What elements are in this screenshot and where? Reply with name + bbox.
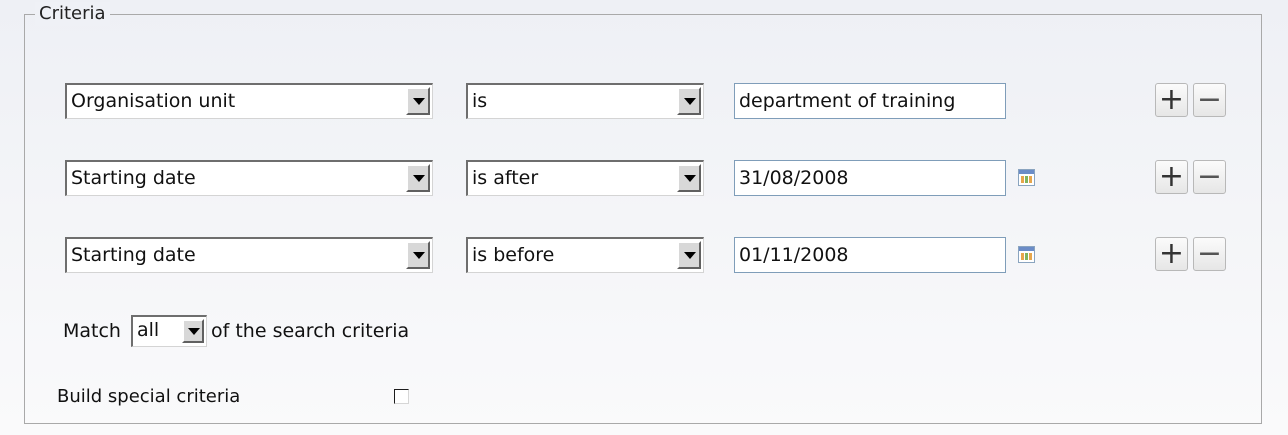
operator-select-value: is [472,90,488,112]
operator-select[interactable]: is after [466,160,704,196]
field-select[interactable]: Starting date [65,160,433,196]
remove-criterion-button[interactable]: − [1193,237,1226,271]
add-criterion-button[interactable]: + [1155,160,1188,194]
match-label: Match [63,320,121,342]
operator-select[interactable]: is [466,83,704,119]
special-criteria-line: Build special criteria [57,383,409,411]
criteria-legend: Criteria [35,2,110,26]
calendar-icon[interactable] [1018,246,1035,263]
chevron-down-icon[interactable] [182,319,204,343]
field-select-value: Starting date [71,244,196,266]
search-criteria-panel: Criteria Organisation unit is + − Starti… [0,0,1288,435]
chevron-down-icon[interactable] [406,241,430,269]
special-criteria-checkbox[interactable] [394,389,409,404]
remove-criterion-button[interactable]: − [1193,83,1226,117]
date-input[interactable] [734,237,1006,273]
chevron-down-icon[interactable] [677,87,701,115]
special-criteria-label: Build special criteria [57,386,241,407]
field-select[interactable]: Starting date [65,237,433,273]
match-suffix: of the search criteria [211,320,410,342]
chevron-down-icon[interactable] [406,164,430,192]
value-input[interactable] [734,83,1006,119]
criteria-row: Starting date is after + − [65,160,1245,196]
date-input[interactable] [734,160,1006,196]
field-select-value: Starting date [71,167,196,189]
add-criterion-button[interactable]: + [1155,83,1188,117]
operator-select-value: is after [472,167,539,189]
operator-select[interactable]: is before [466,237,704,273]
calendar-icon[interactable] [1018,169,1035,186]
add-criterion-button[interactable]: + [1155,237,1188,271]
chevron-down-icon[interactable] [677,164,701,192]
chevron-down-icon[interactable] [677,241,701,269]
chevron-down-icon[interactable] [406,87,430,115]
match-mode-select[interactable]: all [131,315,207,347]
field-select[interactable]: Organisation unit [65,83,433,119]
match-mode-value: all [137,319,160,341]
operator-select-value: is before [472,244,555,266]
criteria-row: Starting date is before + − [65,237,1245,273]
criteria-row: Organisation unit is + − [65,83,1245,119]
field-select-value: Organisation unit [71,90,236,112]
criteria-fieldset: Criteria Organisation unit is + − Starti… [24,2,1262,424]
remove-criterion-button[interactable]: − [1193,160,1226,194]
